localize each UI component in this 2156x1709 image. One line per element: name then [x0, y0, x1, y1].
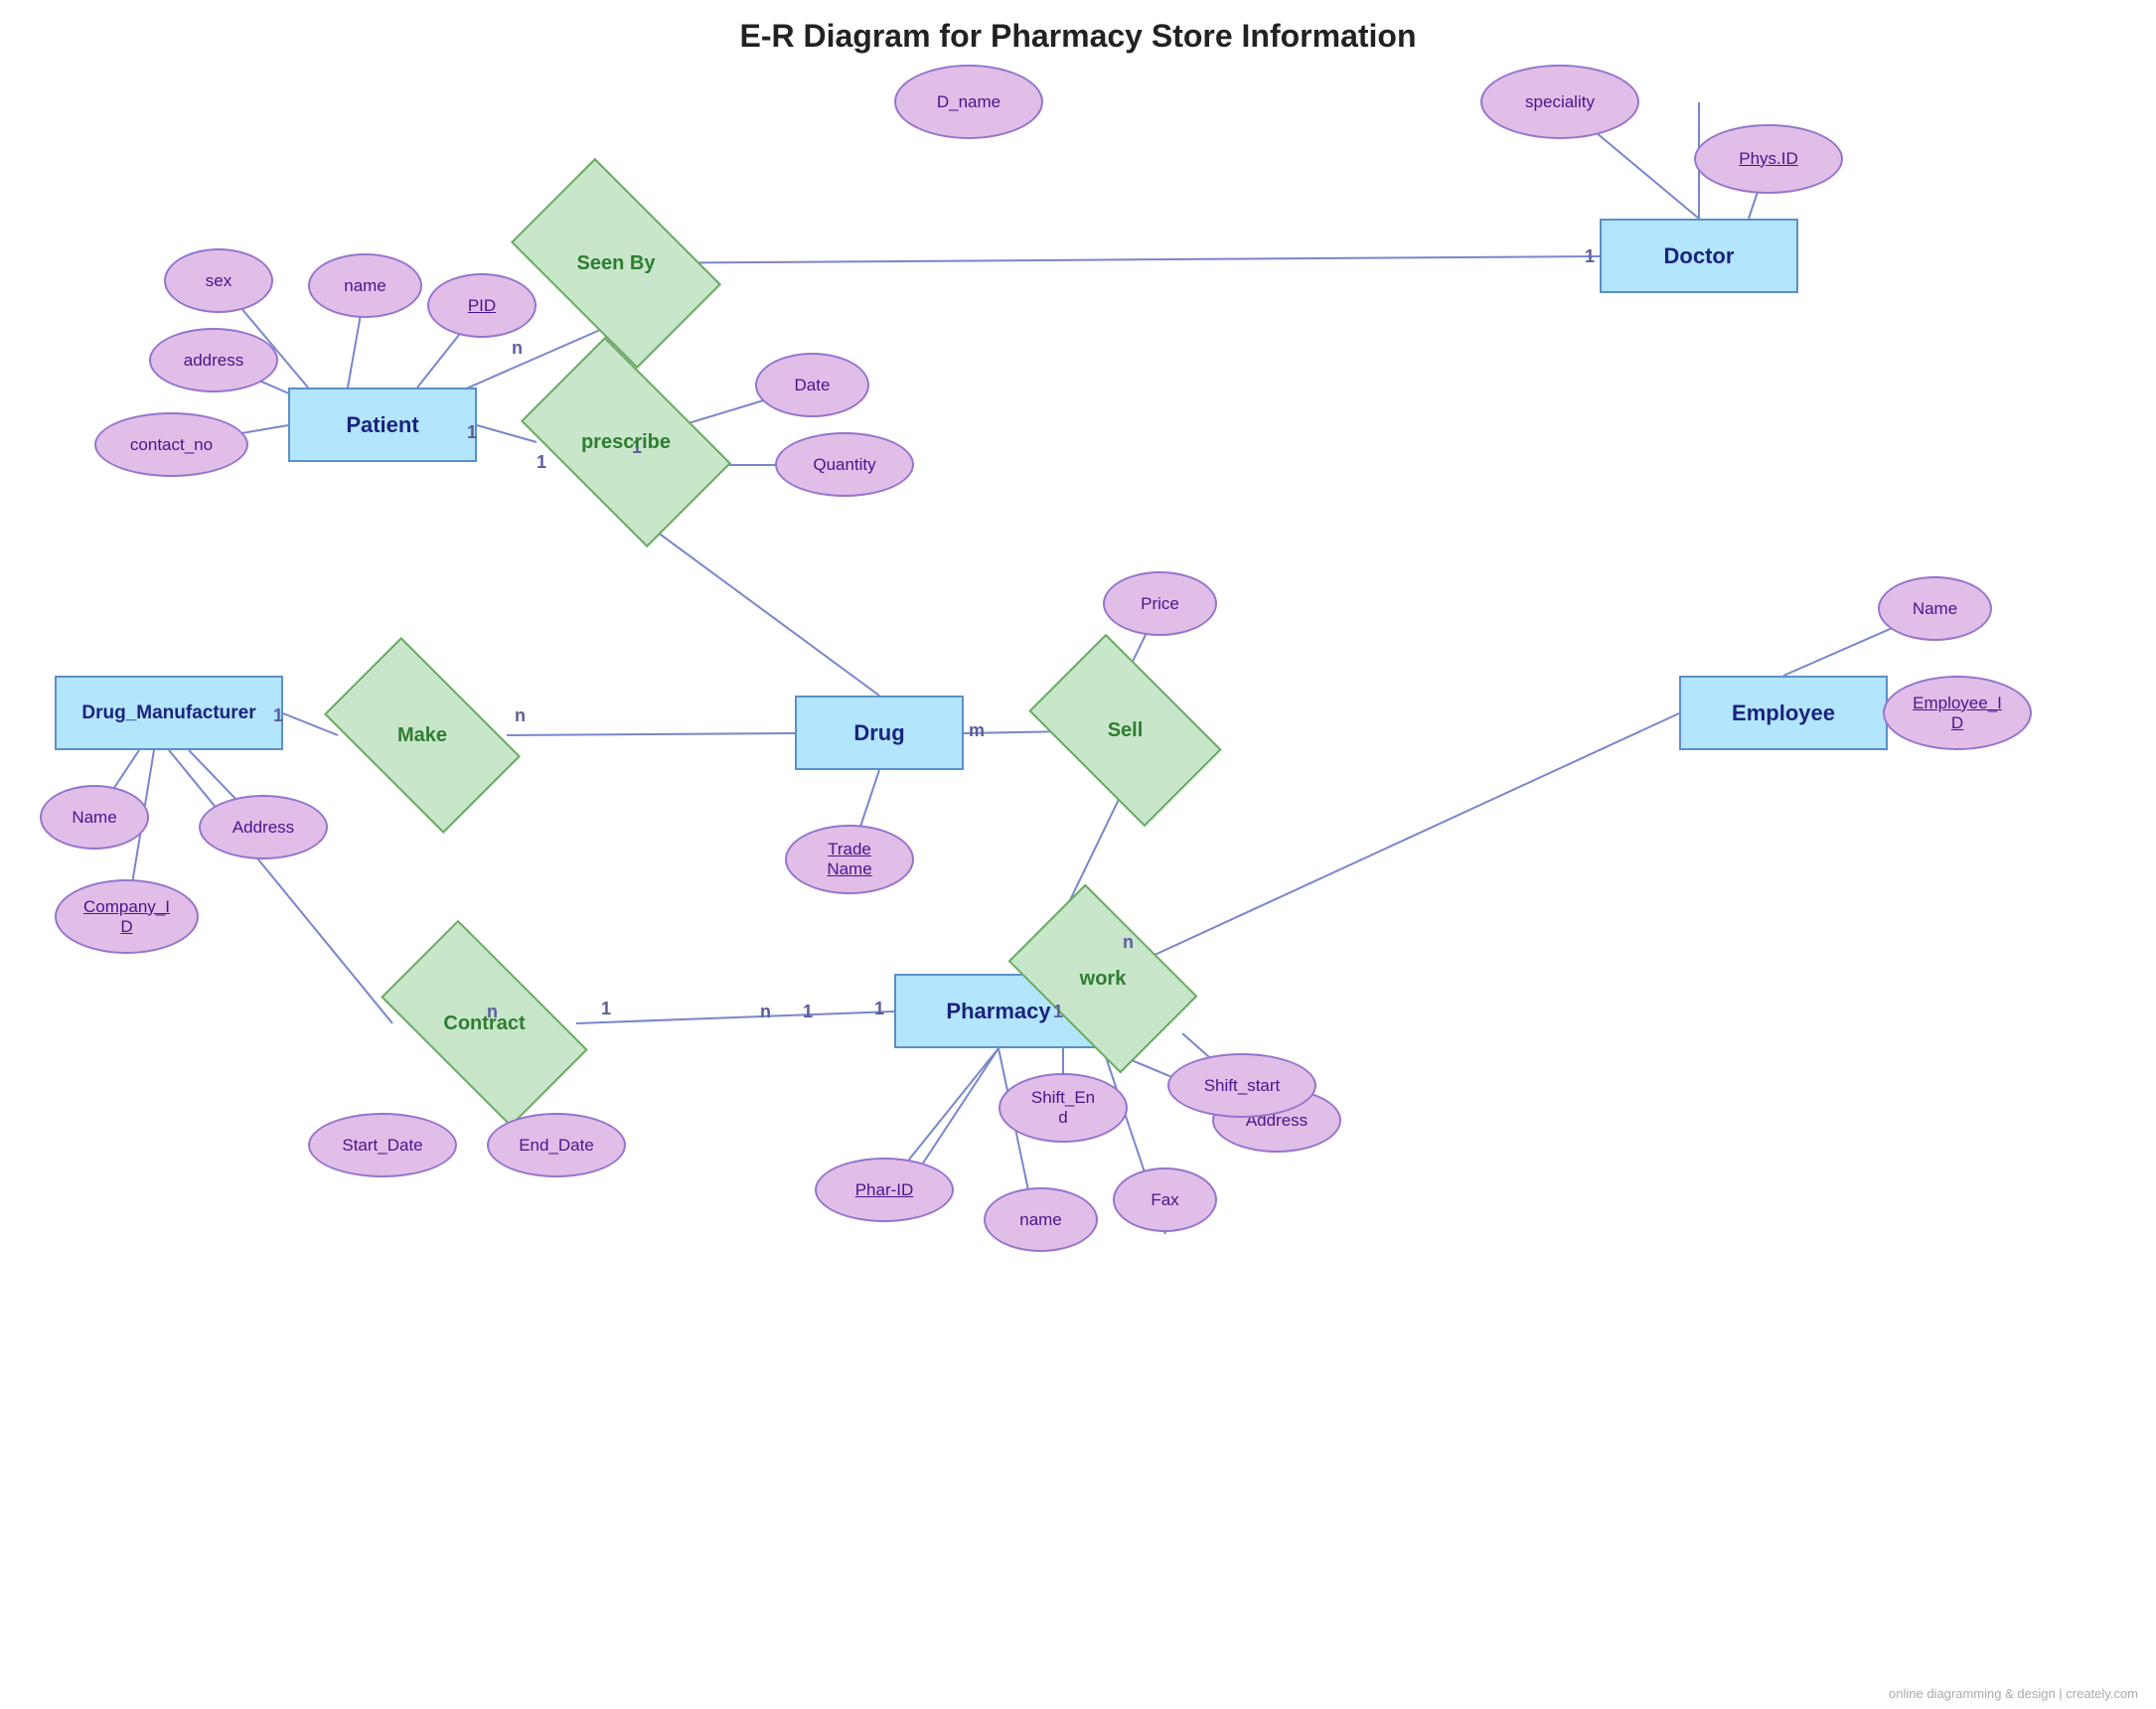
- creately-badge: online diagramming & design | creately.c…: [1889, 1686, 2138, 1701]
- mult-prescribe-patient: 1: [467, 422, 477, 443]
- relationship-prescribe: prescribe: [537, 383, 715, 502]
- mult-contract-1: 1: [601, 999, 611, 1019]
- entity-drug-manufacturer: Drug_Manufacturer: [55, 676, 283, 750]
- attr-phar-id: Phar-ID: [815, 1158, 954, 1222]
- attr-name-ph: name: [984, 1187, 1098, 1252]
- diagram-title: E-R Diagram for Pharmacy Store Informati…: [0, 18, 2156, 55]
- attr-shift-end: Shift_En d: [999, 1073, 1128, 1143]
- relationship-sell: Sell: [1043, 676, 1207, 785]
- attr-phys-id: Phys.ID: [1694, 124, 1843, 194]
- attr-start-date: Start_Date: [308, 1113, 457, 1177]
- mult-seen-patient: n: [512, 338, 523, 359]
- entity-drug: Drug: [795, 696, 964, 770]
- attr-speciality: speciality: [1480, 65, 1639, 139]
- mult-pharmacy-1: 1: [874, 999, 884, 1019]
- mult-work-pharmacy: 1: [1053, 1002, 1063, 1022]
- attr-name-e: Name: [1878, 576, 1992, 641]
- diagram-container: E-R Diagram for Pharmacy Store Informati…: [0, 0, 2156, 1709]
- attr-address-p: address: [149, 328, 278, 392]
- attr-fax: Fax: [1113, 1167, 1217, 1232]
- attr-pid: PID: [427, 273, 537, 338]
- attr-emp-id: Employee_I D: [1883, 676, 2032, 750]
- mult-work-employee: n: [1123, 932, 1134, 953]
- entity-doctor: Doctor: [1600, 219, 1798, 293]
- mult-sell-pharmacy: n: [760, 1002, 771, 1022]
- attr-end-date: End_Date: [487, 1113, 626, 1177]
- attr-sex: sex: [164, 248, 273, 313]
- mult-prescribe-1: 1: [537, 452, 546, 473]
- attr-price: Price: [1103, 571, 1217, 636]
- attr-d-name: D_name: [894, 65, 1043, 139]
- mult-make-drug: n: [515, 705, 526, 726]
- attr-name-dm: Name: [40, 785, 149, 850]
- attr-contact-no: contact_no: [94, 412, 248, 477]
- entity-patient: Patient: [288, 388, 477, 462]
- attr-name-p: name: [308, 253, 422, 318]
- relationship-contract: Contract: [392, 969, 576, 1078]
- mult-contract-pharmacy: 1: [803, 1002, 813, 1022]
- attr-date: Date: [755, 353, 869, 417]
- mult-seen-doctor: 1: [1585, 246, 1595, 267]
- entity-employee: Employee: [1679, 676, 1888, 750]
- attr-company-id: Company_I D: [55, 879, 199, 954]
- attr-shift-start: Shift_start: [1167, 1053, 1316, 1118]
- mult-make-mfr: 1: [273, 705, 283, 726]
- mult-drug-sell: m: [969, 720, 985, 741]
- relationship-seen-by: Seen By: [527, 204, 705, 323]
- relationship-work: work: [1023, 924, 1182, 1033]
- attr-quantity: Quantity: [775, 432, 914, 497]
- attr-address-dm: Address: [199, 795, 328, 859]
- diagram-lines: [0, 0, 2156, 1709]
- attr-trade-name: Trade Name: [785, 825, 914, 894]
- relationship-make: Make: [338, 681, 507, 790]
